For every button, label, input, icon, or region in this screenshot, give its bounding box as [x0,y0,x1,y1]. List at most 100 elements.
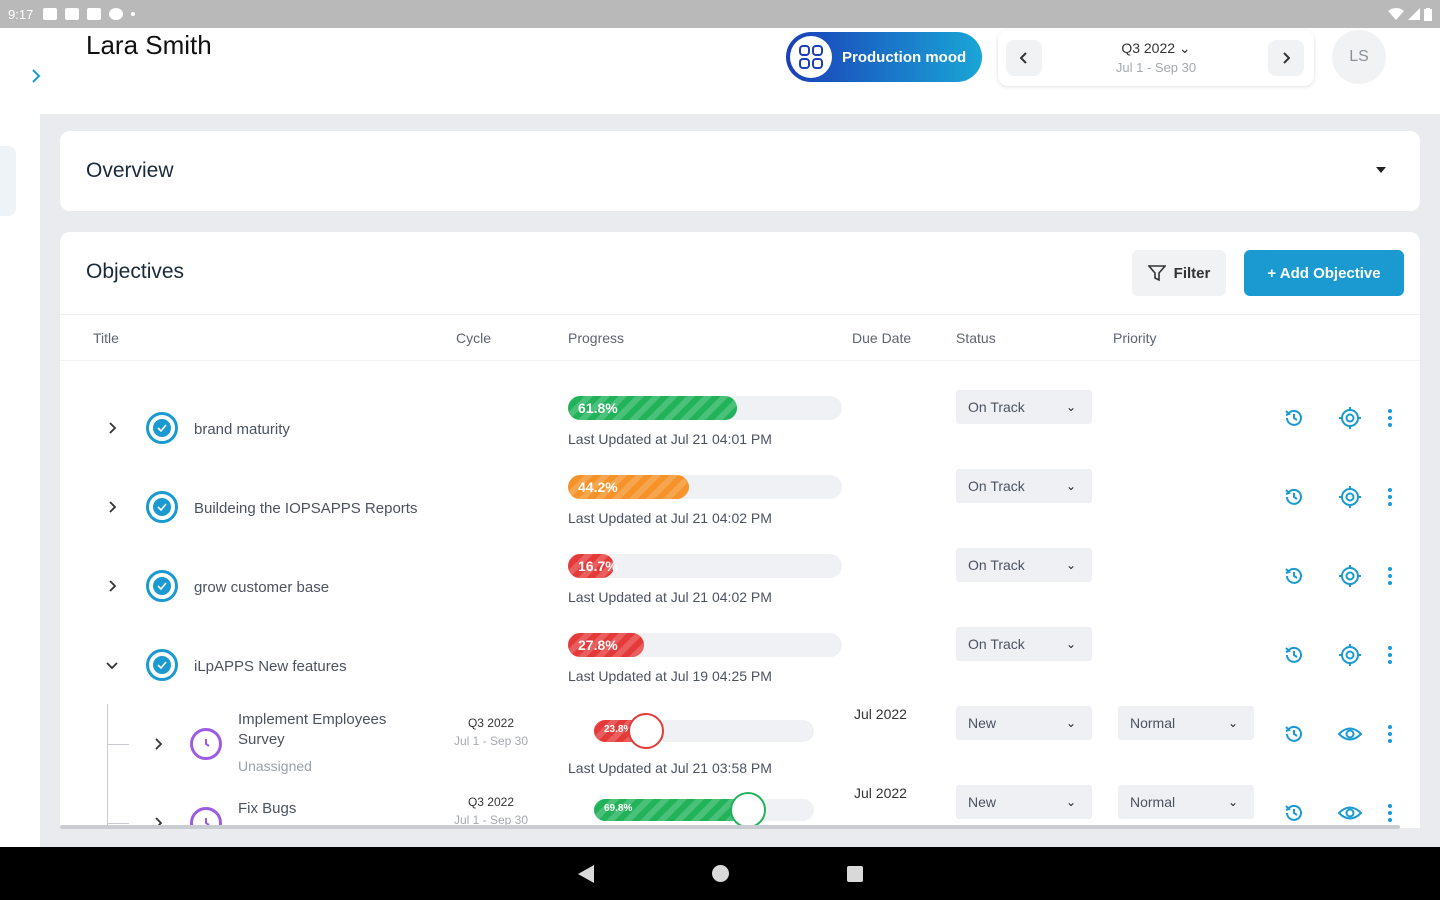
production-mode-icon [790,36,832,78]
overview-panel[interactable]: Overview [60,131,1420,211]
key-result-row[interactable]: Implement Employees Survey Unassigned Q3… [60,706,1420,785]
objective-target-icon [146,491,178,523]
filter-button[interactable]: Filter [1132,250,1226,296]
horizontal-scrollbar[interactable] [60,825,1400,829]
chevron-right-icon [109,501,116,513]
key-result-title[interactable]: Fix Bugs [238,799,428,819]
cycle-name-dropdown[interactable]: Q3 2022 ⌄ [998,40,1314,57]
progress-fill: 16.7% [568,554,618,578]
battery-icon [1424,7,1432,21]
objective-row[interactable]: Buildeing the IOPSAPPS Reports 44.2% Las… [60,469,1420,548]
status-dropdown[interactable]: On Track ⌄ [956,548,1092,582]
home-icon[interactable] [711,865,729,882]
chevron-right-icon [1283,52,1290,64]
chevron-down-icon [106,662,118,669]
eye-icon [1338,727,1362,741]
history-button[interactable] [1282,801,1306,825]
production-mode-label: Production mood [842,48,967,66]
more-options-button[interactable] [1378,801,1402,825]
status-value: New [968,794,997,810]
more-options-button[interactable] [1378,485,1402,509]
slider-handle[interactable] [729,792,766,828]
status-value: On Track [968,399,1025,415]
more-options-button[interactable] [1378,564,1402,588]
expand-sidebar-button[interactable] [22,62,50,90]
key-result-settings-button[interactable] [1338,485,1362,509]
slider-handle[interactable] [628,713,665,749]
overview-title: Overview [86,159,174,182]
chevron-right-icon [155,738,162,750]
status-dropdown[interactable]: On Track ⌄ [956,390,1092,424]
cycle-range: Jul 1 - Sep 30 [1115,60,1197,75]
status-dropdown[interactable]: On Track ⌄ [956,469,1092,503]
key-result-settings-button[interactable] [1338,406,1362,430]
column-header-progress: Progress [568,330,625,346]
expand-row-button[interactable] [104,499,120,515]
progress-slider[interactable]: 69.8% [594,792,814,828]
objective-row[interactable]: grow customer base 16.7% Last Updated at… [60,548,1420,627]
key-result-settings-button[interactable] [1338,564,1362,588]
table-header: Title Cycle Progress Due Date Status Pri… [60,320,1420,360]
notification-icons [43,8,136,20]
objective-title[interactable]: iLpAPPS New features [194,658,347,675]
caret-down-icon[interactable] [1376,167,1386,173]
tree-connector [107,744,129,745]
chevron-down-icon: ⌄ [1065,795,1076,809]
due-date: Jul 2022 [854,785,907,801]
objective-title[interactable]: grow customer base [194,579,329,596]
status-value: On Track [968,636,1025,652]
status-dropdown[interactable]: On Track ⌄ [956,627,1092,661]
view-button[interactable] [1338,722,1362,746]
expand-row-button[interactable] [150,736,166,752]
history-button[interactable] [1282,406,1306,430]
priority-dropdown[interactable]: Normal ⌄ [1118,706,1254,740]
next-cycle-button[interactable] [1268,40,1304,76]
user-avatar[interactable]: LS [1332,30,1386,84]
history-icon [1285,567,1302,584]
more-options-button[interactable] [1378,406,1402,430]
collapse-row-button[interactable] [104,657,120,673]
progress-fill: 27.8% [568,633,645,657]
more-vertical-icon [1388,488,1392,506]
key-result-title[interactable]: Implement Employees Survey [238,710,428,750]
target-settings-icon [1339,407,1361,429]
progress-fill: 61.8% [568,396,738,420]
objective-row[interactable]: brand maturity 61.8% Last Updated at Jul… [60,390,1420,469]
objective-title[interactable]: Buildeing the IOPSAPPS Reports [194,500,417,517]
recent-apps-icon[interactable] [846,865,863,882]
column-header-title: Title [93,330,119,346]
status-dropdown[interactable]: New ⌄ [956,785,1092,819]
sidebar-active-indicator [0,146,16,216]
cycle-selector: Q3 2022 ⌄ Jul 1 - Sep 30 [998,30,1314,86]
objective-row[interactable]: iLpAPPS New features 27.8% Last Updated … [60,627,1420,706]
key-result-cycle: Q3 2022 [467,716,515,730]
status-dropdown[interactable]: New ⌄ [956,706,1092,740]
chevron-down-icon: ⌄ [1065,716,1076,730]
history-button[interactable] [1282,485,1306,509]
more-options-button[interactable] [1378,722,1402,746]
history-button[interactable] [1282,564,1306,588]
key-result-row[interactable]: Fix Bugs Q3 2022 Jul 1 - Sep 30 69.8% Ju… [60,785,1420,828]
expand-row-button[interactable] [104,578,120,594]
priority-value: Normal [1130,715,1176,731]
progress-label: 27.8% [578,637,618,653]
history-button[interactable] [1282,722,1306,746]
key-result-settings-button[interactable] [1338,643,1362,667]
add-objective-button[interactable]: + Add Objective [1244,250,1404,296]
system-icons [1388,7,1432,21]
view-button[interactable] [1338,801,1362,825]
priority-dropdown[interactable]: Normal ⌄ [1118,785,1254,819]
history-icon [1285,646,1302,663]
target-settings-icon [1339,565,1361,587]
back-icon[interactable] [577,864,594,883]
production-mode-toggle[interactable]: Production mood [786,32,982,82]
key-result-cycle: Q3 2022 [467,795,515,809]
last-updated: Last Updated at Jul 21 04:02 PM [568,510,772,526]
history-button[interactable] [1282,643,1306,667]
chevron-down-icon: ⌄ [1227,795,1238,809]
progress-slider[interactable]: 23.8% [594,713,814,749]
objective-title[interactable]: brand maturity [194,421,290,438]
more-options-button[interactable] [1378,643,1402,667]
more-notifications-icon [131,12,136,16]
expand-row-button[interactable] [104,420,120,436]
